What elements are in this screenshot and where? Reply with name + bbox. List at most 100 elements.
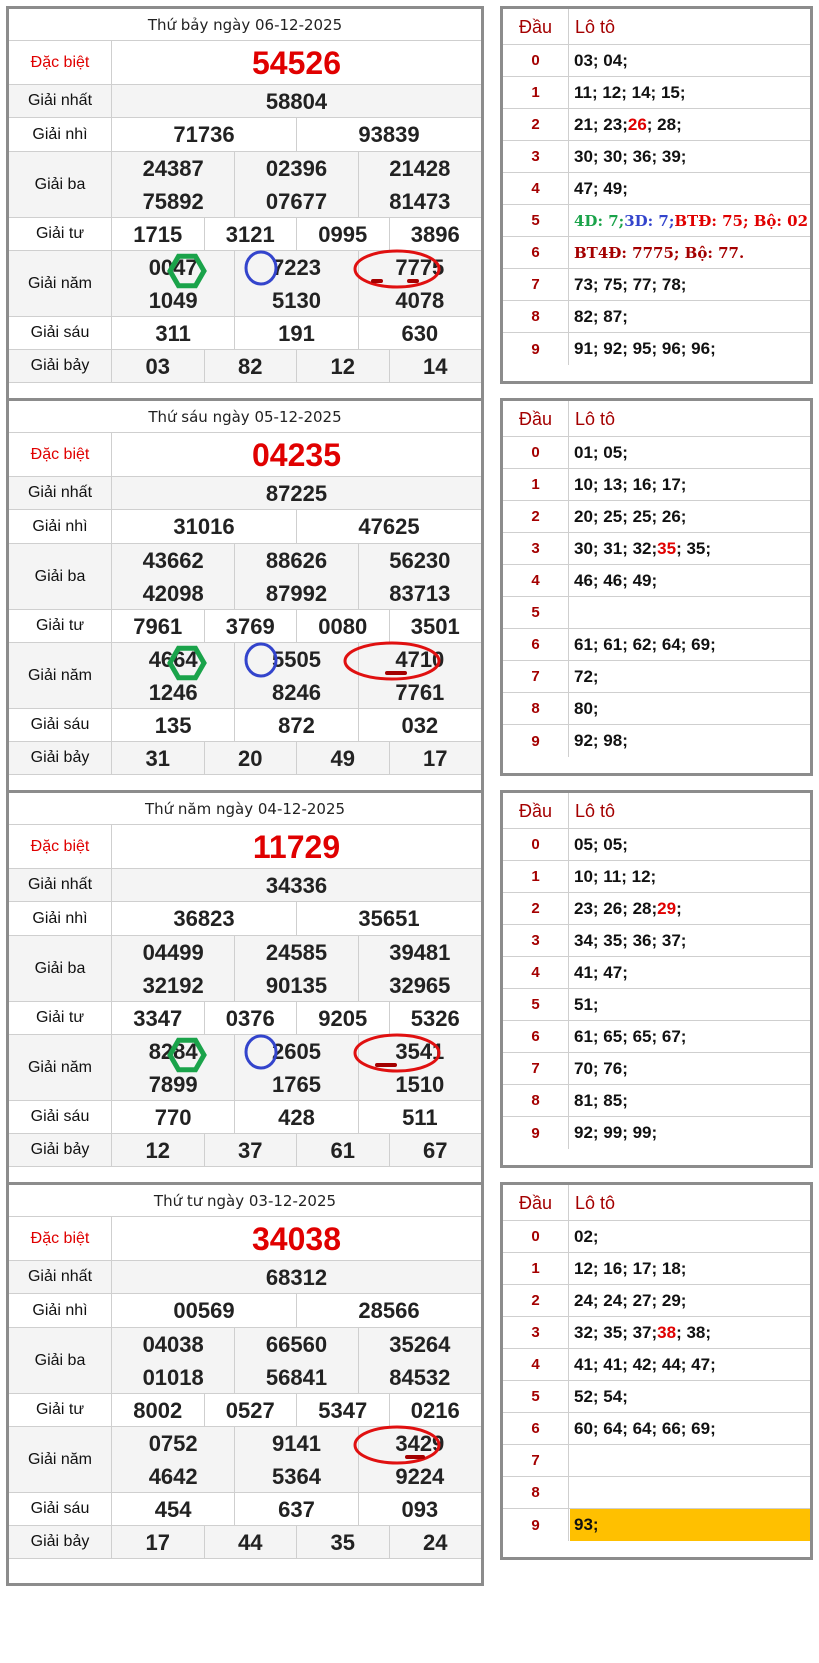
loto-row: 6 60; 64; 64; 66; 69; xyxy=(503,1413,810,1445)
loto-values: 12; 16; 17; 18; xyxy=(570,1253,810,1284)
loto-row: 2 21; 23; 26; 28; xyxy=(503,109,810,141)
prize-number: 75892 xyxy=(112,185,236,218)
prize-label: Giải năm xyxy=(9,1427,112,1492)
number-line: 31016 47625 xyxy=(112,510,481,544)
draw-date-title: Thứ năm ngày 04-12-2025 xyxy=(9,793,481,825)
loto-text: 92; 98; xyxy=(574,731,628,750)
prize-numbers: 04038 66560 35264 01018 56841 84532 xyxy=(112,1328,481,1394)
loto-values: 20; 25; 25; 26; xyxy=(570,501,810,532)
prize-number: 0752 xyxy=(112,1427,236,1460)
loto-row: 7 72; xyxy=(503,661,810,693)
prize-numbers: 34336 xyxy=(112,869,481,901)
draw-date-title: Thứ tư ngày 03-12-2025 xyxy=(9,1185,481,1217)
number-line: 04038 66560 35264 xyxy=(112,1328,481,1361)
prize-numbers: 7961 3769 0080 3501 xyxy=(112,610,481,643)
loto-values: 60; 64; 64; 66; 69; xyxy=(570,1413,810,1444)
prize-label: Giải nhì xyxy=(9,510,112,543)
head-digit: 7 xyxy=(503,1445,569,1476)
prize-number: 87225 xyxy=(265,480,328,506)
loto-text: 32; 35; 37; xyxy=(574,1322,658,1342)
prize-number: 3541 xyxy=(395,1038,445,1064)
prize-number: 454 xyxy=(112,1493,236,1526)
head-digit: 6 xyxy=(503,629,569,660)
loto-row: 7 xyxy=(503,1445,810,1477)
prize-number: 8246 xyxy=(235,676,359,709)
number-line: 58804 xyxy=(112,85,481,118)
loto-header: Đầu Lô tô xyxy=(503,401,810,437)
prize-label: Giải nhất xyxy=(9,85,112,117)
loto-text: 80; xyxy=(574,698,599,718)
prize-number: 637 xyxy=(235,1493,359,1526)
loto-values: 01; 05; xyxy=(570,437,810,468)
loto-text: 03; 04; xyxy=(574,50,628,70)
prize-row-sixth: Giải sáu 770 428 511 xyxy=(9,1101,481,1134)
loto-values: 61; 61; 62; 64; 69; xyxy=(570,629,810,660)
prize-label: Giải nhì xyxy=(9,902,112,935)
prize-number: 35651 xyxy=(358,906,420,931)
special-tail-number: 26 xyxy=(627,114,647,134)
prize-number: 67 xyxy=(423,1137,448,1163)
results-table: Thứ bảy ngày 06-12-2025 Đặc biệt 54526 Giải… xyxy=(6,6,484,410)
prize-label: Giải nhất xyxy=(9,1261,112,1293)
loto-values xyxy=(570,597,810,628)
prize-number: 43662 xyxy=(112,544,236,577)
prize-row-fourth: Giải tư 1715 3121 0995 3896 xyxy=(9,218,481,251)
head-digit: 0 xyxy=(503,1221,569,1252)
prize-numbers: 43662 88626 56230 42098 87992 83713 xyxy=(112,544,481,610)
prize-numbers: 00569 28566 xyxy=(112,1294,481,1328)
loto-row: 8 xyxy=(503,1477,810,1509)
loto-row: 0 05; 05; xyxy=(503,829,810,861)
head-digit: 3 xyxy=(503,533,569,564)
loto-values: 41; 47; xyxy=(570,957,810,988)
loto-note: 3D: 7; xyxy=(624,211,675,230)
special-tail-number: 29 xyxy=(657,898,677,918)
prize-row-fifth: Giải năm 4664 5505 4710 1246 8246 7761 xyxy=(9,643,481,709)
head-digit: 1 xyxy=(503,861,569,892)
prize-row-special: Đặc biệt 11729 xyxy=(9,825,481,869)
day-section: Thứ sáu ngày 05-12-2025 Đặc biệt 04235 Giải… xyxy=(0,392,819,808)
loto-row: 3 30; 30; 36; 39; xyxy=(503,141,810,173)
prize-number: 0047 xyxy=(112,251,236,284)
loto-values: 70; 76; xyxy=(570,1053,810,1084)
head-digit: 0 xyxy=(503,437,569,468)
prize-number: 66560 xyxy=(235,1328,359,1361)
day-section: Thứ tư ngày 03-12-2025 Đặc biệt 34038 Giải … xyxy=(0,1176,819,1592)
loto-row: 7 73; 75; 77; 78; xyxy=(503,269,810,301)
head-digit: 2 xyxy=(503,893,569,924)
head-digit: 8 xyxy=(503,1085,569,1116)
loto-text: 46; 46; 49; xyxy=(574,570,658,590)
loto-column-title: Lô tô xyxy=(575,800,616,821)
prize-label: Giải sáu xyxy=(9,1101,112,1133)
loto-row: 8 81; 85; xyxy=(503,1085,810,1117)
loto-text: 60; 64; 64; 66; 69; xyxy=(574,1418,716,1438)
prize-label: Đặc biệt xyxy=(9,41,112,84)
loto-row: 3 30; 31; 32; 35; 35; xyxy=(503,533,810,565)
number-line: 43662 88626 56230 xyxy=(112,544,481,577)
head-digit: 5 xyxy=(503,597,569,628)
prize-number: 84532 xyxy=(389,1364,451,1390)
loto-values: 80; xyxy=(570,693,810,724)
head-digit: 5 xyxy=(503,1381,569,1412)
prize-label: Giải năm xyxy=(9,643,112,708)
loto-note: BT4Đ: 7775; Bộ: 77. xyxy=(574,243,745,262)
prize-number: 44 xyxy=(205,1526,297,1559)
prize-row-first: Giải nhất 58804 xyxy=(9,85,481,118)
loto-text: 24; 24; 27; 29; xyxy=(574,1290,687,1310)
loto-row: 1 12; 16; 17; 18; xyxy=(503,1253,810,1285)
loto-row: 9 93; xyxy=(503,1509,810,1541)
number-line: 01018 56841 84532 xyxy=(112,1361,481,1394)
prize-number: 9224 xyxy=(395,1463,445,1489)
prize-number: 9205 xyxy=(297,1002,390,1035)
prize-number: 0216 xyxy=(410,1397,460,1423)
loto-text: 72; xyxy=(574,666,599,686)
loto-values: 91; 92; 95; 96; 96; xyxy=(570,333,810,365)
prize-numbers: 770 428 511 xyxy=(112,1101,481,1134)
number-line: 1049 5130 4078 xyxy=(112,284,481,317)
loto-header: Đầu Lô tô xyxy=(503,793,810,829)
prize-number: 3429 xyxy=(395,1430,445,1456)
loto-values: 52; 54; xyxy=(570,1381,810,1412)
loto-row: 0 03; 04; xyxy=(503,45,810,77)
loto-text: 61; 61; 62; 64; 69; xyxy=(574,634,716,654)
loto-row: 6 61; 65; 65; 67; xyxy=(503,1021,810,1053)
loto-text: 12; 16; 17; 18; xyxy=(574,1258,687,1278)
